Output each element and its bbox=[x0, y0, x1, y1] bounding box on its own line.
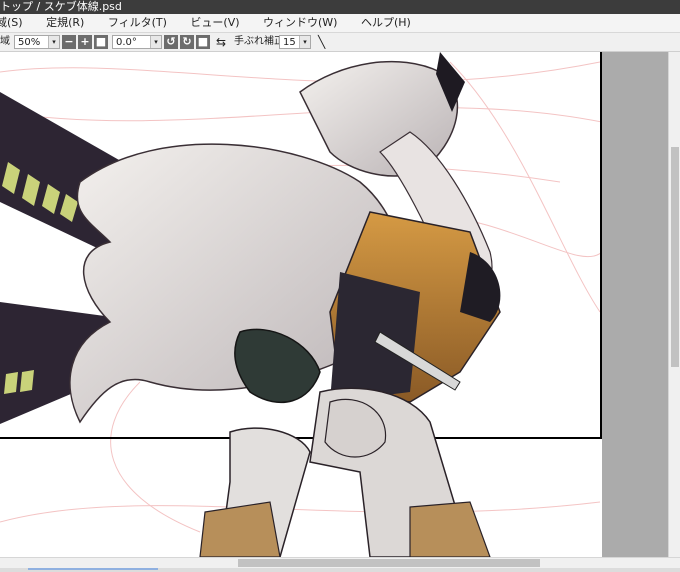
status-bar bbox=[0, 568, 680, 572]
drawing-canvas[interactable] bbox=[0, 52, 602, 557]
stabilizer-select[interactable]: 15 ▾ bbox=[279, 35, 311, 49]
status-highlight bbox=[28, 568, 158, 570]
plus-icon[interactable]: + bbox=[78, 35, 92, 49]
minus-icon[interactable]: − bbox=[62, 35, 76, 49]
stabilizer-value: 15 bbox=[283, 37, 296, 48]
zoom-select[interactable]: 50% ▾ bbox=[14, 35, 60, 49]
chevron-down-icon: ▾ bbox=[48, 36, 59, 48]
angle-select[interactable]: 0.0° ▾ bbox=[112, 35, 162, 49]
window-title: トップ / スケブ体線.psd bbox=[0, 0, 122, 13]
zoom-label: 域 bbox=[0, 36, 10, 47]
stabilizer-label: 手ぶれ補正 bbox=[234, 36, 284, 47]
view-toolbar: 域 50% ▾ − + ■ 0.0° ▾ ↺ ↻ ■ ⇆ 手ぶれ補正 15 ▾ … bbox=[0, 33, 680, 52]
artwork bbox=[0, 52, 602, 557]
menu-select[interactable]: 域(S) bbox=[0, 14, 23, 32]
menu-bar: 域(S) 定規(R) フィルタ(T) ビュー(V) ウィンドウ(W) ヘルプ(H… bbox=[0, 14, 680, 33]
vertical-scroll-thumb[interactable] bbox=[671, 147, 679, 367]
vertical-scrollbar[interactable] bbox=[668, 52, 680, 557]
boot-left bbox=[199, 501, 281, 557]
boot-right bbox=[409, 501, 491, 557]
dark-suit bbox=[330, 272, 420, 402]
reset-icon[interactable]: ■ bbox=[196, 35, 210, 49]
menu-help[interactable]: ヘルプ(H) bbox=[361, 14, 411, 32]
chevron-down-icon: ▾ bbox=[299, 36, 310, 48]
menu-ruler[interactable]: 定規(R) bbox=[46, 14, 84, 32]
outside-canvas-area bbox=[602, 52, 668, 557]
window-titlebar: トップ / スケブ体線.psd bbox=[0, 0, 680, 14]
angle-value: 0.0° bbox=[116, 37, 137, 48]
chevron-down-icon: ▾ bbox=[150, 36, 161, 48]
line-tool-icon[interactable]: ╲ bbox=[318, 35, 325, 49]
rotate-left-icon[interactable]: ↺ bbox=[164, 35, 178, 49]
horizontal-scrollbar[interactable] bbox=[0, 557, 680, 568]
flip-horizontal-icon[interactable]: ⇆ bbox=[216, 35, 226, 49]
menu-view[interactable]: ビュー(V) bbox=[190, 14, 239, 32]
zoom-value: 50% bbox=[18, 37, 41, 48]
rotate-right-icon[interactable]: ↻ bbox=[180, 35, 194, 49]
horizontal-scroll-thumb[interactable] bbox=[238, 559, 540, 567]
menu-filter[interactable]: フィルタ(T) bbox=[108, 14, 167, 32]
menu-window[interactable]: ウィンドウ(W) bbox=[263, 14, 337, 32]
square-icon[interactable]: ■ bbox=[94, 35, 108, 49]
